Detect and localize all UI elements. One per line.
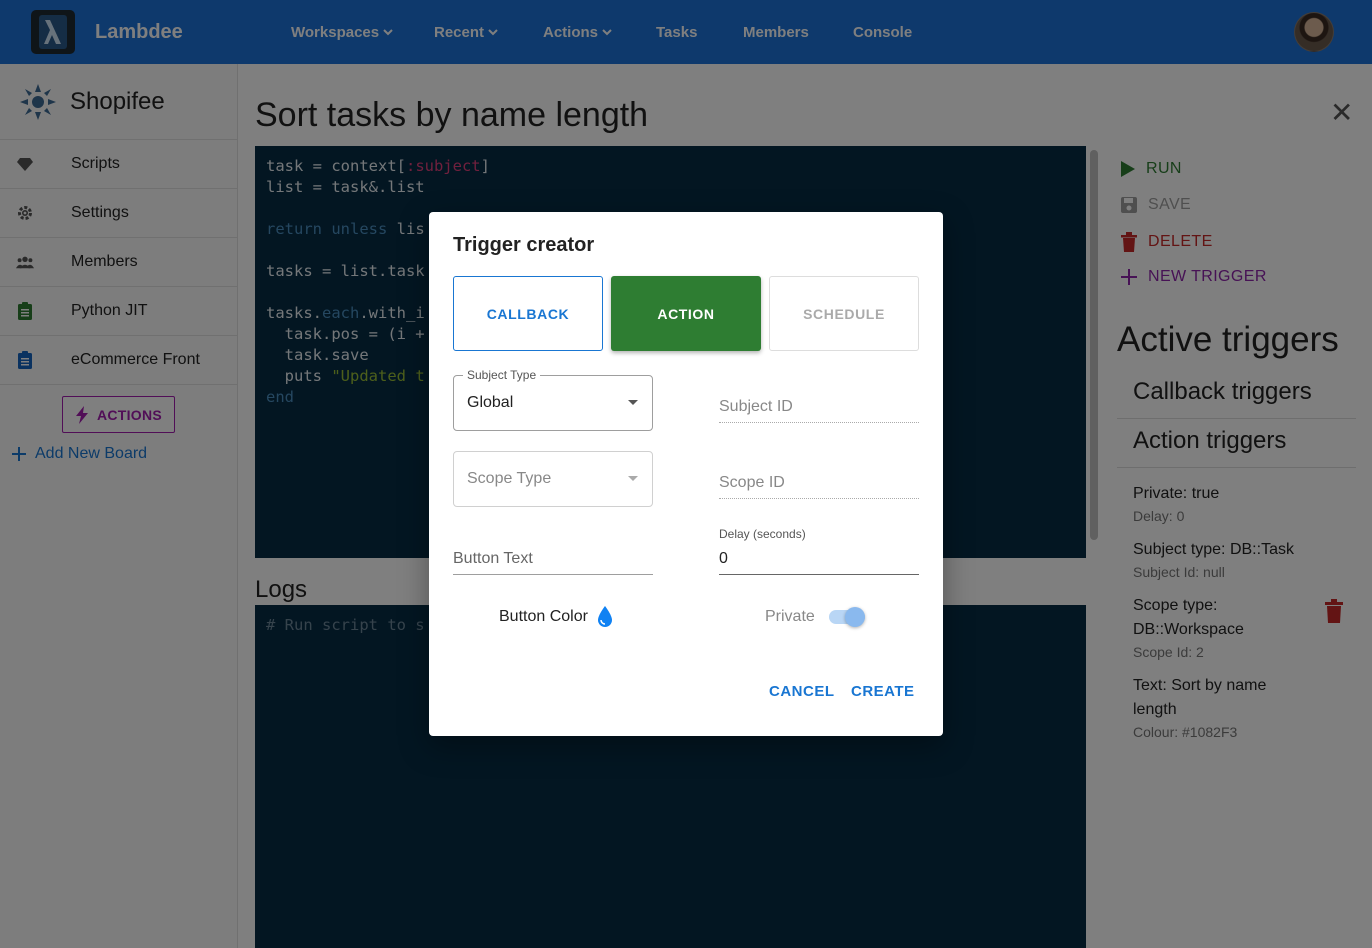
subject-type-select[interactable]: Subject Type Global bbox=[453, 368, 653, 431]
action-type-button[interactable]: ACTION bbox=[611, 276, 761, 351]
toggle-knob bbox=[844, 607, 865, 627]
create-button[interactable]: CREATE bbox=[851, 683, 915, 700]
button-text-field[interactable]: Button Text bbox=[453, 550, 653, 575]
subject-id-field[interactable]: Subject ID bbox=[719, 398, 919, 423]
toggle-switch[interactable] bbox=[828, 607, 865, 627]
scope-type-placeholder: Scope Type bbox=[467, 470, 552, 487]
delay-label: Delay (seconds) bbox=[719, 527, 806, 541]
scope-id-field[interactable]: Scope ID bbox=[719, 474, 919, 499]
schedule-type-button[interactable]: SCHEDULE bbox=[769, 276, 919, 351]
water-drop-icon bbox=[597, 606, 612, 627]
callback-type-button[interactable]: CALLBACK bbox=[453, 276, 603, 351]
private-toggle[interactable]: Private bbox=[765, 607, 865, 627]
cancel-button[interactable]: CANCEL bbox=[769, 683, 835, 700]
button-color-picker[interactable]: Button Color bbox=[499, 605, 614, 629]
scope-type-select[interactable]: Scope Type bbox=[453, 451, 653, 507]
private-label: Private bbox=[765, 608, 815, 625]
caret-down-icon bbox=[628, 476, 638, 481]
trigger-creator-dialog: Trigger creator CALLBACK ACTION SCHEDULE… bbox=[429, 212, 943, 736]
subject-type-value: Global bbox=[467, 394, 514, 411]
dialog-title: Trigger creator bbox=[453, 234, 595, 256]
button-color-label: Button Color bbox=[499, 608, 588, 625]
delay-field[interactable]: 0 bbox=[719, 550, 919, 575]
caret-down-icon bbox=[628, 400, 638, 405]
subject-type-label: Subject Type bbox=[463, 368, 541, 382]
